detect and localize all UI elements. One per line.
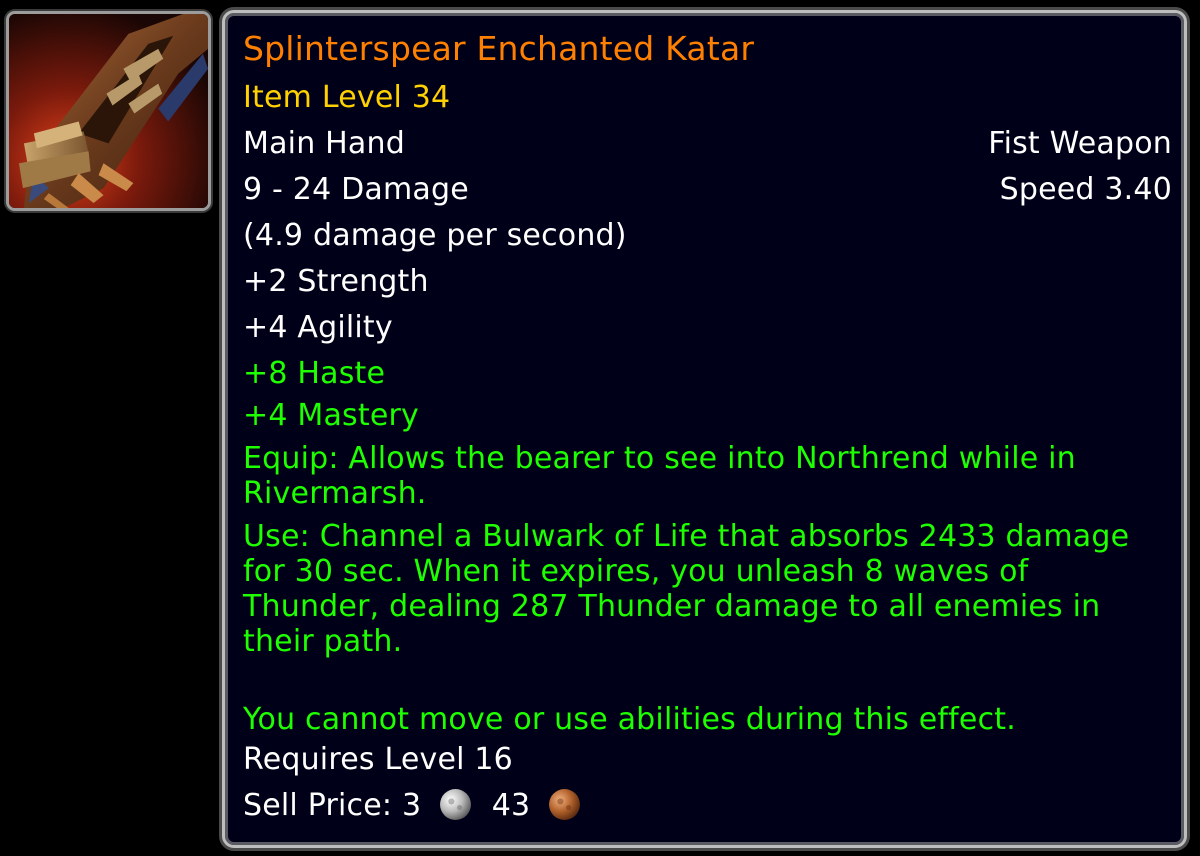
- sell-copper-amount: 43: [491, 788, 531, 823]
- item-tooltip: Splinterspear Enchanted Katar Item Level…: [222, 10, 1187, 848]
- stat-strength: +2 Strength: [243, 264, 429, 299]
- item-damage: 9 - 24 Damage: [243, 172, 469, 207]
- use-effect: Use: Channel a Bulwark of Life that abso…: [243, 519, 1130, 659]
- item-dps: (4.9 damage per second): [243, 218, 627, 253]
- sell-price: Sell Price: 3 43: [243, 783, 1172, 829]
- tooltip-content: Splinterspear Enchanted Katar Item Level…: [243, 25, 1172, 829]
- katar-icon: [9, 14, 208, 208]
- sell-silver-amount: 3: [401, 788, 422, 823]
- item-type: Fist Weapon: [988, 126, 1172, 161]
- item-speed: Speed 3.40: [999, 172, 1172, 207]
- slot-row: Main Hand Fist Weapon: [243, 121, 1172, 167]
- silver-coin-icon: [439, 788, 472, 821]
- equip-effect: Equip: Allows the bearer to see into Nor…: [243, 441, 1076, 511]
- damage-row: 9 - 24 Damage Speed 3.40: [243, 167, 1172, 213]
- stat-agility: +4 Agility: [243, 310, 393, 345]
- item-level: Item Level 34: [243, 80, 451, 115]
- item-icon-frame[interactable]: [6, 11, 211, 211]
- item-slot: Main Hand: [243, 126, 405, 161]
- stat-haste: +8 Haste: [243, 356, 386, 391]
- item-name: Splinterspear Enchanted Katar: [243, 29, 755, 68]
- sell-price-label: Sell Price:: [243, 788, 393, 823]
- stat-mastery: +4 Mastery: [243, 398, 419, 433]
- use-note: You cannot move or use abilities during …: [243, 702, 1016, 737]
- required-level: Requires Level 16: [243, 742, 513, 777]
- copper-coin-icon: [548, 788, 581, 821]
